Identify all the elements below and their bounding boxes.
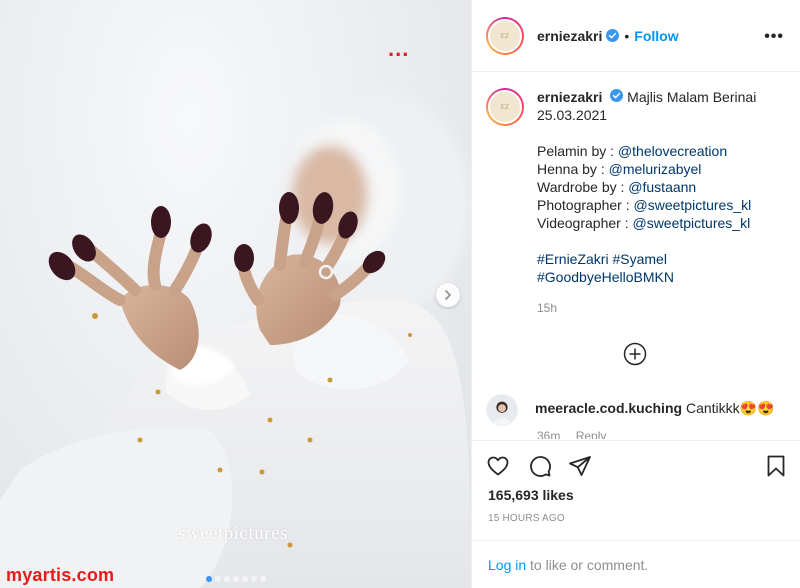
carousel-dot xyxy=(214,576,221,582)
post-age: 15 HOURS AGO xyxy=(488,513,565,524)
mention-link[interactable]: @sweetpictures_kl xyxy=(632,215,750,231)
commenter-username[interactable]: meeracle.cod.kuching xyxy=(535,400,682,416)
chevron-right-icon xyxy=(445,290,452,300)
credit-line: Photographer : @sweetpictures_kl xyxy=(537,197,752,213)
verified-badge-icon xyxy=(610,89,624,102)
heart-icon[interactable] xyxy=(486,454,510,478)
carousel-dot xyxy=(205,576,212,582)
comment-icon[interactable] xyxy=(528,454,552,478)
follow-button[interactable]: Follow xyxy=(634,28,678,44)
comment-time: 36m xyxy=(537,429,561,439)
header-separator: • xyxy=(624,27,630,44)
post-header: EZ erniezakri • Follow ••• xyxy=(472,0,800,72)
post-side-panel: EZ erniezakri • Follow ••• EZ erniezakri… xyxy=(471,0,800,588)
login-prompt-text: to like or comment. xyxy=(526,557,649,573)
carousel-next-button[interactable] xyxy=(436,283,460,307)
commenter-avatar[interactable] xyxy=(486,394,518,426)
carousel-dot xyxy=(232,576,239,582)
login-prompt: Log in to like or comment. xyxy=(472,540,800,588)
reply-button[interactable]: Reply xyxy=(576,429,607,439)
caption-date: 25.03.2021 xyxy=(537,107,608,123)
hashtag-link[interactable]: #ErnieZakri #Syamel xyxy=(537,250,777,268)
caption-username[interactable]: erniezakri xyxy=(537,89,602,105)
credit-line: Pelamin by : @thelovecreation xyxy=(537,143,728,159)
avatar-text: EZ xyxy=(500,31,510,40)
mention-link[interactable]: @melurizabyel xyxy=(609,161,702,177)
carousel-dot xyxy=(223,576,230,582)
photo-watermark: sweetpictures xyxy=(178,523,288,544)
bookmark-icon[interactable] xyxy=(764,454,788,478)
login-link[interactable]: Log in xyxy=(488,557,526,573)
caption-title: Majlis Malam Berinai xyxy=(627,89,757,105)
caption-area: EZ erniezakri Majlis Malam Berinai 25.03… xyxy=(472,72,800,374)
comment-meta: 36m Reply xyxy=(537,429,618,439)
mention-link[interactable]: @thelovecreation xyxy=(618,143,727,159)
load-more-comments-button[interactable] xyxy=(623,342,647,366)
caption-author-avatar[interactable]: EZ xyxy=(486,88,524,126)
credit-line: Henna by : @melurizabyel xyxy=(537,161,702,177)
author-avatar[interactable]: EZ xyxy=(486,16,524,55)
comment-text: Cantikkk😍😍 xyxy=(685,400,775,416)
avatar-text: EZ xyxy=(500,103,510,111)
plus-circle-icon xyxy=(623,342,647,366)
share-icon[interactable] xyxy=(568,454,592,478)
red-dots-decoration: ... xyxy=(388,36,410,61)
hashtag-link[interactable]: #GoodbyeHelloBMKN xyxy=(537,268,777,286)
post-photo[interactable]: ... sweetpictures myartis.com xyxy=(0,0,471,588)
caption-timestamp: 15h xyxy=(537,301,558,315)
site-watermark: myartis.com xyxy=(6,565,115,585)
credit-line: Wardrobe by : @fustaann xyxy=(537,179,697,195)
credit-line: Videographer : @sweetpictures_kl xyxy=(537,215,751,231)
comment-item: meeracle.cod.kuching Cantikkk😍😍 xyxy=(486,394,775,426)
carousel-dot xyxy=(250,576,257,582)
author-username[interactable]: erniezakri xyxy=(537,28,602,44)
mention-link[interactable]: @fustaann xyxy=(628,179,696,195)
mention-link[interactable]: @sweetpictures_kl xyxy=(634,197,752,213)
carousel-dot xyxy=(241,576,248,582)
more-options-button[interactable]: ••• xyxy=(764,28,784,46)
photo-scene xyxy=(0,95,471,588)
likes-count[interactable]: 165,693 likes xyxy=(488,487,574,503)
carousel-dot xyxy=(259,576,266,582)
caption-text: erniezakri Majlis Malam Berinai 25.03.20… xyxy=(537,88,777,317)
verified-badge-icon xyxy=(606,29,620,42)
action-bar xyxy=(472,440,800,492)
